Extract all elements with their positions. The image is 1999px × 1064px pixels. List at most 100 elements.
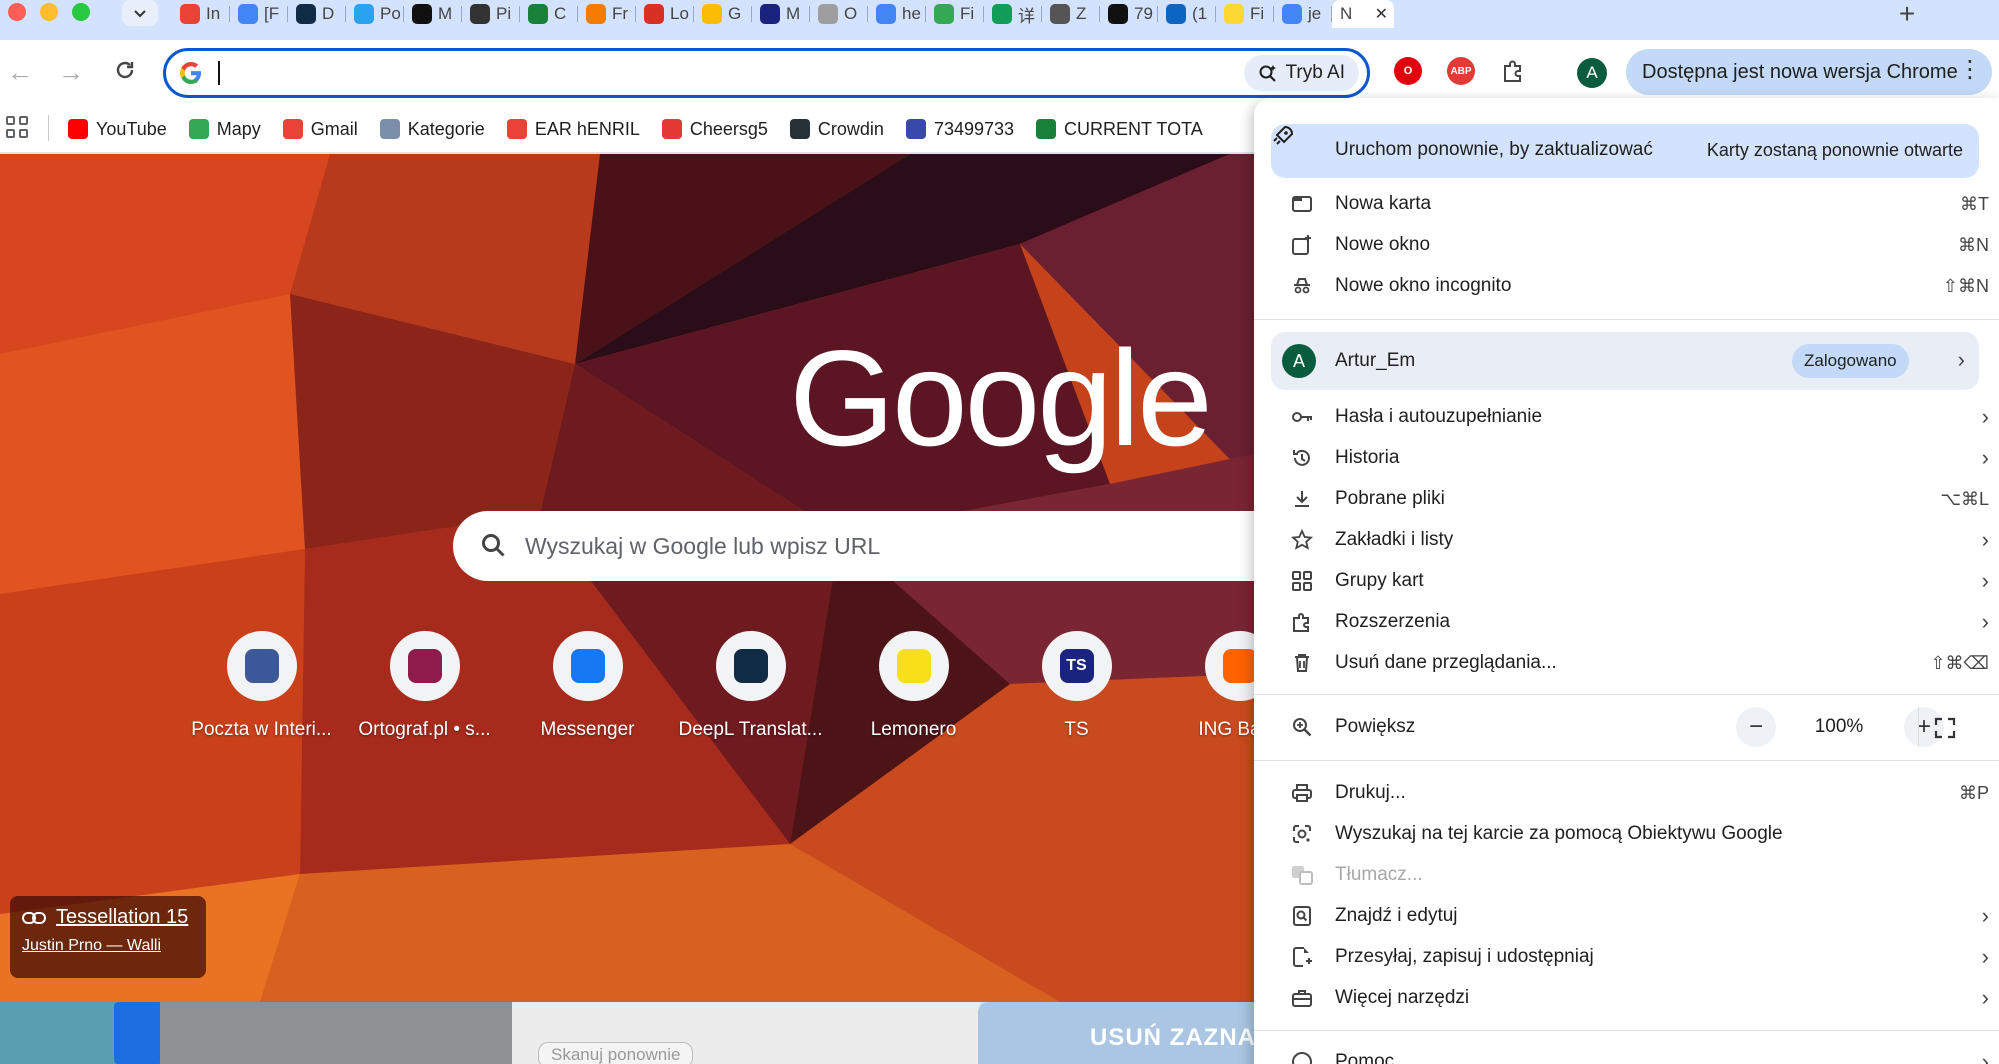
tab[interactable]: C [520, 0, 578, 28]
tab-active[interactable]: N ✕ [1332, 0, 1394, 28]
tab[interactable]: je [1274, 0, 1332, 28]
menu-item[interactable]: Zakładki i listy › [1254, 520, 1999, 560]
tab-title: Fr [612, 4, 629, 23]
window-close-button[interactable] [8, 3, 26, 21]
menu-item[interactable]: Więcej narzędzi › [1254, 978, 1999, 1018]
rescan-button[interactable]: Skanuj ponownie [538, 1042, 694, 1064]
menu-item[interactable]: Historia › [1254, 438, 1999, 478]
menu-item[interactable]: Nowa karta ⌘T [1254, 184, 1999, 224]
omnibox[interactable]: Tryb AI [163, 48, 1370, 98]
extensions-puzzle-icon[interactable] [1499, 57, 1527, 85]
tab[interactable]: M [752, 0, 810, 28]
deepl-icon [733, 649, 768, 683]
tab[interactable]: G [694, 0, 752, 28]
tab-title: In [206, 4, 221, 23]
menu-item[interactable]: Przesyłaj, zapisuj i udostępniaj › [1254, 937, 1999, 977]
category-icon [379, 119, 400, 139]
menu-help[interactable]: Pomoc › [1254, 1042, 1999, 1064]
rocket-icon [1271, 125, 1295, 152]
close-tab-icon[interactable]: ✕ [1375, 4, 1388, 24]
opera-extension-icon[interactable]: O [1394, 57, 1422, 85]
bookmark-item[interactable]: EAR hENRIL [506, 119, 640, 140]
download-icon [1288, 485, 1316, 513]
shortcut-tile[interactable]: Lemonero [832, 631, 995, 741]
shortcut-icon-circle [552, 631, 623, 701]
tab[interactable]: Fr [578, 0, 636, 28]
tab[interactable]: Pi [462, 0, 520, 28]
menu-item[interactable]: Hasła i autouzupełnianie › [1254, 397, 1999, 437]
forward-button[interactable]: → [56, 58, 86, 86]
menu-item[interactable]: Wyszukaj na tej karcie za pomocą Obiekty… [1254, 814, 1999, 854]
eagle-emblem-icon [818, 4, 838, 24]
bookmark-item[interactable]: Mapy [188, 119, 261, 140]
shortcut-label: Ortograf.pl • s... [358, 719, 491, 740]
update-chrome-chip[interactable]: Dostępna jest nowa wersja Chrome ⋮ [1626, 49, 1992, 95]
menu-update-restart[interactable]: Uruchom ponownie, by zaktualizować Karty… [1271, 124, 1979, 178]
attribution-author-link[interactable]: Justin Prno — Walli [22, 937, 194, 955]
shortcut-tile[interactable]: Messenger [506, 631, 669, 741]
back-button[interactable]: ← [5, 58, 35, 86]
reload-button[interactable] [110, 58, 140, 87]
tab[interactable]: Po [346, 0, 404, 28]
tab[interactable]: [F [230, 0, 288, 28]
tab[interactable]: Z [1042, 0, 1100, 28]
menu-item[interactable]: Nowe okno incognito ⇧⌘N [1254, 266, 1999, 306]
tab[interactable]: Lo [636, 0, 694, 28]
chevron-right-icon: › [1981, 1049, 1989, 1064]
upwork-icon [412, 4, 432, 24]
shortcut-tile[interactable]: Poczta w Interi... [180, 631, 343, 741]
find-icon [1288, 902, 1316, 930]
bookmark-item[interactable]: YouTube [68, 119, 167, 140]
bookmark-item[interactable]: Gmail [282, 119, 358, 140]
menu-separator [1254, 694, 1999, 695]
bookmark-item[interactable]: 73499733 [905, 119, 1014, 140]
ai-mode-button[interactable]: Tryb AI [1243, 55, 1359, 91]
tab[interactable]: O [810, 0, 868, 28]
google-icon [1282, 4, 1302, 24]
tab[interactable]: Fi [1216, 0, 1274, 28]
chevron-right-icon: › [1981, 404, 1989, 429]
shortcut-tile[interactable]: DeepL Translat... [669, 631, 832, 741]
remove-selected-button[interactable]: USUŃ ZAZNAC [1090, 1024, 1274, 1052]
bookmark-item[interactable]: Kategorie [379, 119, 485, 140]
tab-search-button[interactable] [122, 0, 158, 26]
menu-profile-row[interactable]: A Artur_Em Zalogowano › [1271, 332, 1979, 390]
shortcut-tile[interactable]: Ortograf.pl • s... [343, 631, 506, 741]
bookmark-item[interactable]: Crowdin [789, 119, 884, 140]
menu-item[interactable]: Znajdź i edytuj › [1254, 896, 1999, 936]
globe-icon [992, 4, 1012, 24]
window-minimize-button[interactable] [40, 3, 58, 21]
tab[interactable]: 详 [984, 0, 1042, 28]
menu-item[interactable]: Rozszerzenia › [1254, 602, 1999, 642]
tab[interactable]: In [172, 0, 230, 28]
tab[interactable]: (1 [1158, 0, 1216, 28]
menu-item-label: Więcej narzędzi [1335, 987, 1470, 1008]
bookmark-item[interactable]: Cheersg5 [661, 119, 768, 140]
menu-item[interactable]: Nowe okno ⌘N [1254, 225, 1999, 265]
bookmark-item[interactable]: CURRENT TOTA [1036, 119, 1203, 140]
crowdin-icon [789, 119, 810, 139]
window-maximize-button[interactable] [72, 3, 90, 21]
history-icon [1288, 444, 1316, 472]
chevron-right-icon: › [1981, 903, 1989, 928]
menu-item[interactable]: Drukuj... ⌘P [1254, 773, 1999, 813]
tab[interactable]: 79 [1100, 0, 1158, 28]
menu-item[interactable]: Grupy kart › [1254, 561, 1999, 601]
menu-item[interactable]: Usuń dane przeglądania... ⇧⌘⌫ [1254, 643, 1999, 683]
signed-in-badge: Zalogowano [1792, 344, 1909, 378]
tab[interactable]: Fi [926, 0, 984, 28]
fullscreen-button[interactable] [1930, 713, 1960, 743]
shortcut-tile[interactable]: TS TS [995, 631, 1158, 741]
apps-grid-icon[interactable] [6, 116, 28, 138]
new-tab-button[interactable]: + [1892, 0, 1922, 30]
tab[interactable]: he [868, 0, 926, 28]
tab-title: Fi [960, 4, 975, 23]
menu-item[interactable]: Pobrane pliki ⌥⌘L [1254, 479, 1999, 519]
attribution-link[interactable]: Tessellation 15 [22, 906, 194, 929]
tab[interactable]: M [404, 0, 462, 28]
profile-avatar[interactable]: A [1577, 58, 1607, 88]
lemon-icon [1224, 4, 1244, 24]
zoom-out-button[interactable]: − [1736, 707, 1776, 747]
adblock-plus-icon[interactable]: ABP [1447, 57, 1475, 85]
tab[interactable]: D [288, 0, 346, 28]
